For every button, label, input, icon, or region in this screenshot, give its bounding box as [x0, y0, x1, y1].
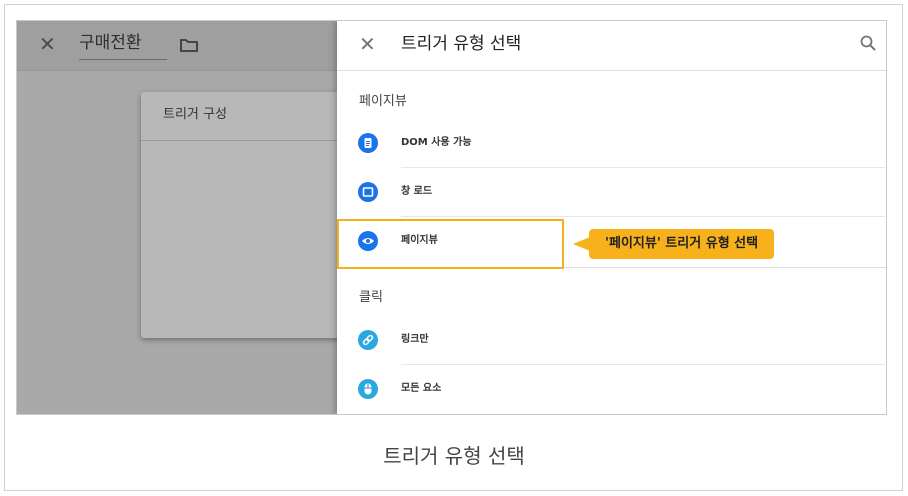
card-divider [141, 140, 361, 141]
section-click: 클릭 [359, 290, 383, 305]
trigger-config-card: 트리거 구성 [141, 92, 361, 338]
callout-label: '페이지뷰' 트리거 유형 선택 [589, 229, 775, 259]
editor-close-button[interactable]: ✕ [39, 31, 56, 57]
trigger-item-just-links[interactable]: 링크만 [337, 316, 885, 365]
trigger-item-label: 창 로드 [401, 186, 433, 197]
panel-title: 트리거 유형 선택 [401, 34, 522, 54]
link-icon [358, 330, 378, 350]
window-icon [358, 182, 378, 202]
folder-icon[interactable] [179, 37, 199, 57]
panel-close-button[interactable]: ✕ [359, 31, 376, 57]
pageview-highlight-box [337, 219, 564, 269]
trigger-item-dom-ready[interactable]: DOM 사용 가능 [337, 119, 885, 168]
trigger-item-all-elements[interactable]: 모든 요소 [337, 365, 885, 414]
section-pageview: 페이지뷰 [359, 94, 407, 109]
callout-arrow [573, 237, 590, 251]
gtm-screenshot: ✕ 구매전환 트리거 구성 ✕ 트리거 유형 선택 페이지뷰 DOM 사용 가능 [16, 20, 887, 415]
document-icon [358, 133, 378, 153]
trigger-item-label: 모든 요소 [401, 383, 442, 394]
tag-name-field[interactable]: 구매전환 [79, 31, 167, 60]
trigger-item-window-loaded[interactable]: 창 로드 [337, 168, 885, 217]
trigger-item-label: DOM 사용 가능 [401, 137, 472, 148]
trigger-item-label: 링크만 [401, 334, 429, 345]
search-icon[interactable] [860, 35, 876, 55]
card-title: 트리거 구성 [163, 107, 227, 122]
mouse-icon [358, 379, 378, 399]
figure-caption: 트리거 유형 선택 [383, 444, 525, 468]
panel-header: ✕ 트리거 유형 선택 [337, 21, 886, 71]
editor-header: ✕ 구매전환 [17, 21, 337, 71]
trigger-type-panel: ✕ 트리거 유형 선택 페이지뷰 DOM 사용 가능 창 로드 페이지뷰 클릭 … [337, 21, 886, 414]
